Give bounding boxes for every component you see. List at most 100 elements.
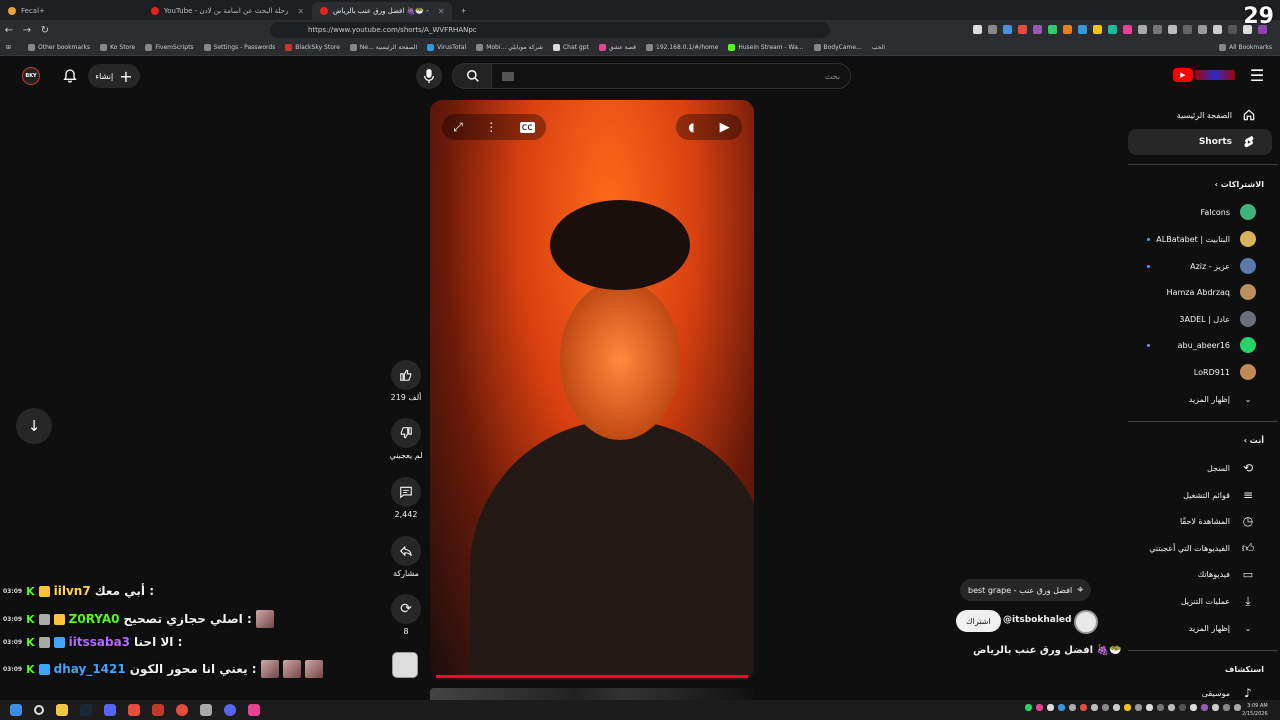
browser-tab[interactable]: YouTube - رحلة البحث عن اسامة بن لادن ✕ [143,2,312,20]
extension-icon[interactable] [1033,25,1042,34]
tray-icon[interactable] [1234,704,1241,711]
tray-icon[interactable] [1102,704,1109,711]
sidebar-item-subscription[interactable]: ALBatabet | البتابيت [1128,226,1272,252]
extension-icon[interactable] [1108,25,1117,34]
close-tab-icon[interactable]: ✕ [297,7,304,16]
sidebar-item-home[interactable]: الصفحة الرئيسية [1128,102,1272,128]
fullscreen-icon[interactable]: ⤢ [453,120,463,135]
tray-icon[interactable] [1058,704,1065,711]
bookmark[interactable]: قصة عشق [598,44,636,51]
tray-icon[interactable] [1091,704,1098,711]
app-icon[interactable] [152,704,164,716]
tray-icon[interactable] [1080,704,1087,711]
all-bookmarks[interactable]: All Bookmarks [1219,44,1272,51]
extension-icon[interactable] [1213,25,1222,34]
sidebar-item-subscription[interactable]: LoRD911 [1128,359,1272,385]
sidebar-item-playlists[interactable]: قوائم التشغيل ≡ [1128,482,1272,508]
reload-icon[interactable]: ↻ [36,25,54,36]
tray-icon[interactable] [1179,704,1186,711]
sidebar-item-history[interactable]: السجل ⟲ [1128,455,1272,481]
app-icon[interactable] [224,704,236,716]
tray-icon[interactable] [1025,704,1032,711]
like-button[interactable]: 219 ألف [390,360,422,402]
tray-icon[interactable] [1223,704,1230,711]
url-bar[interactable]: https://www.youtube.com/shorts/A_WVFRHAN… [270,22,830,38]
volume-icon[interactable]: ◖ [688,120,694,134]
sidebar-item-subscription[interactable]: abu_abeer16 [1128,332,1272,358]
play-icon[interactable]: ▶ [720,120,730,135]
forward-icon[interactable]: → [18,25,36,36]
search-input[interactable]: بحث [491,63,851,89]
extension-icon[interactable] [1168,25,1177,34]
chrome-icon[interactable] [176,704,188,716]
apps-grid-icon[interactable]: ⊞ [6,44,11,51]
remix-button[interactable]: ⟳ 8 [390,594,422,636]
dislike-button[interactable]: لم يعجبني [389,418,423,460]
scroll-down-arrow-icon[interactable]: ↓ [16,408,52,444]
extension-icon[interactable] [1078,25,1087,34]
browser-tab-active[interactable]: افضل ورق عنب بالرياض 🍇🥗 - ✕ [312,2,453,20]
extension-icon[interactable] [1048,25,1057,34]
bookmark[interactable]: Mobi... شركة موبايلي [476,44,543,51]
comments-button[interactable]: 2,442 [390,477,422,519]
tray-icon[interactable] [1168,704,1175,711]
extension-icon[interactable] [1183,25,1192,34]
location-pill[interactable]: best grape - افضل ورق عنب ⌖ [960,579,1092,601]
you-header[interactable]: ‹ أنت [1244,436,1264,445]
extension-icon[interactable] [1093,25,1102,34]
share-button[interactable]: مشاركة [390,536,422,578]
extension-icon[interactable] [1228,25,1237,34]
sidebar-item-your-videos[interactable]: فيديوهاتك ▭ [1128,561,1272,587]
shorts-video-player[interactable]: ⤢ ⋮ cc ◖ ▶ [430,100,754,680]
keyboard-icon[interactable] [502,72,514,81]
bookmark[interactable]: BlackSky Store [285,44,340,51]
tray-icon[interactable] [1190,704,1197,711]
bookmark[interactable]: Husein Stream - Wa... [728,44,804,51]
bookmark[interactable]: BodyCame... [813,44,862,51]
youtube-logo[interactable]: ▶ [1172,68,1236,82]
account-avatar[interactable]: BKY [22,67,40,85]
extension-icon[interactable] [1123,25,1132,34]
bookmark[interactable]: VirusTotal [427,44,466,51]
bookmark[interactable]: Settings - Passwords [203,44,275,51]
next-short-preview[interactable] [430,688,754,700]
voice-search-mic-icon[interactable] [416,63,442,89]
notifications-bell-icon[interactable] [60,66,80,86]
more-options-icon[interactable]: ⋮ [485,120,497,134]
bookmark[interactable]: Chat gpt [552,44,589,51]
discord-icon[interactable] [104,704,116,716]
search-button[interactable] [452,63,494,89]
tray-icon[interactable] [1124,704,1131,711]
tray-icon[interactable] [1212,704,1219,711]
steam-icon[interactable] [80,704,92,716]
taskbar-clock[interactable]: 3:09 AM 2/15/2026 [1242,702,1268,718]
file-explorer-icon[interactable] [56,704,68,716]
sidebar-item-downloads[interactable]: عمليات التنزيل ⤓ [1128,588,1272,614]
extension-icon[interactable] [988,25,997,34]
close-tab-icon[interactable]: ✕ [438,7,445,16]
menu-hamburger-icon[interactable]: ☰ [1248,66,1266,85]
subscribe-button[interactable]: اشتراك [956,610,1001,632]
tray-icon[interactable] [1047,704,1054,711]
back-icon[interactable]: ← [0,25,18,36]
tray-icon[interactable] [1069,704,1076,711]
video-progress-bar[interactable] [436,675,748,678]
sidebar-item-subscription[interactable]: 3ADEL | عادل [1128,306,1272,332]
sound-thumbnail-avatar[interactable] [392,652,418,678]
taskbar-search-icon[interactable] [34,705,44,715]
tray-icon[interactable] [1113,704,1120,711]
sidebar-item-watch-later[interactable]: المشاهدة لاحقًا ◷ [1128,508,1272,534]
sidebar-item-liked-videos[interactable]: الفيديوهات التي أعجبتني 👍︎ [1128,535,1272,561]
sidebar-item-shorts[interactable]: Shorts [1128,129,1272,155]
new-tab-button[interactable]: + [452,2,474,20]
extension-icon[interactable] [1063,25,1072,34]
sidebar-item-subscription[interactable]: Aziz - عزيز [1128,253,1272,279]
bookmark[interactable]: Ko Store [100,44,135,51]
show-more-button[interactable]: إظهار المزيد ⌄ [1128,386,1272,412]
bookmark[interactable]: FivemScripts [145,44,194,51]
app-icon[interactable] [200,704,212,716]
create-button[interactable]: إنشاء + [88,64,140,88]
bookmark[interactable]: Other bookmarks [28,44,90,51]
bookmark[interactable]: الحب [872,44,885,51]
url-text[interactable]: https://www.youtube.com/shorts/A_WVFRHAN… [308,26,477,34]
